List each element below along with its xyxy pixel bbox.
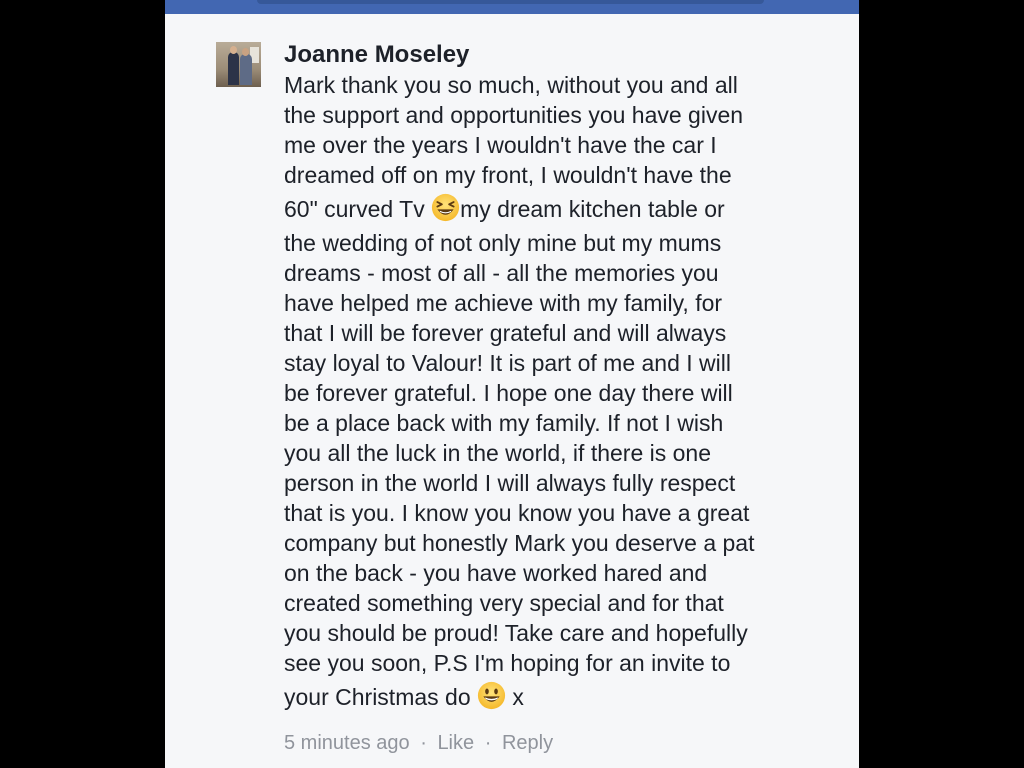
comment-line-text: your Christmas do <box>284 684 478 710</box>
comment-line: Mark thank you so much, without you and … <box>284 72 738 98</box>
facebook-comment-screen: Joanne Moseley Mark thank you so much, w… <box>165 0 859 768</box>
comment-line: person in the world I will always fully … <box>284 470 736 496</box>
search-field[interactable] <box>257 0 764 4</box>
comment-timestamp: 5 minutes ago <box>284 732 410 754</box>
avatar-person <box>228 52 239 85</box>
comment-line: me over the years I wouldn't have the ca… <box>284 132 717 158</box>
smiley-emoji-icon <box>477 682 506 710</box>
like-link[interactable]: Like <box>437 732 474 754</box>
facebook-header-bar <box>165 0 859 14</box>
avatar-person <box>240 54 252 85</box>
comment-line: dreams - most of all - all the memories … <box>284 260 719 286</box>
comment-line: on the back - you have worked hared and <box>284 560 708 586</box>
laughing-emoji-icon <box>432 194 460 222</box>
comment-line: that I will be forever grateful and will… <box>284 320 727 346</box>
comment-line: see you soon, P.S I'm hoping for an invi… <box>284 650 731 676</box>
comment-line: have helped me achieve with my family, f… <box>284 290 723 316</box>
comment-line: you should be proud! Take care and hopef… <box>284 620 748 646</box>
comment-line: company but honestly Mark you deserve a … <box>284 530 755 556</box>
comment-line: be forever grateful. I hope one day ther… <box>284 380 733 406</box>
comment-line: you all the luck in the world, if there … <box>284 440 712 466</box>
comment-author-name[interactable]: Joanne Moseley <box>284 40 469 70</box>
comment-line: your Christmas do x <box>284 678 844 716</box>
comment-line: created something very special and for t… <box>284 590 724 616</box>
comment-meta: 5 minutes ago · Like · Reply <box>284 729 553 757</box>
comment-line: the wedding of not only mine but my mums <box>284 230 722 256</box>
separator-dot: · <box>484 732 492 754</box>
comment-line: that is you. I know you know you have a … <box>284 500 750 526</box>
separator-dot: · <box>420 732 427 754</box>
comment-line: the support and opportunities you have g… <box>284 102 744 128</box>
comment-line-text: x <box>506 684 524 710</box>
avatar[interactable] <box>216 42 261 87</box>
comment-body: Mark thank you so much, without you and … <box>284 70 844 716</box>
comment-line: dreamed off on my front, I wouldn't have… <box>284 162 732 188</box>
comment-line: stay loyal to Valour! It is part of me a… <box>284 350 731 376</box>
avatar-person-head <box>242 48 249 56</box>
reply-link[interactable]: Reply <box>502 732 553 754</box>
comment-line: 60" curved Tv my dream kitchen table or <box>284 190 844 228</box>
comment-line-text: 60" curved Tv <box>284 196 432 222</box>
avatar-person-head <box>230 46 237 54</box>
comment-line: be a place back with my family. If not I… <box>284 410 724 436</box>
comment-line-text: my dream kitchen table or <box>460 196 725 222</box>
